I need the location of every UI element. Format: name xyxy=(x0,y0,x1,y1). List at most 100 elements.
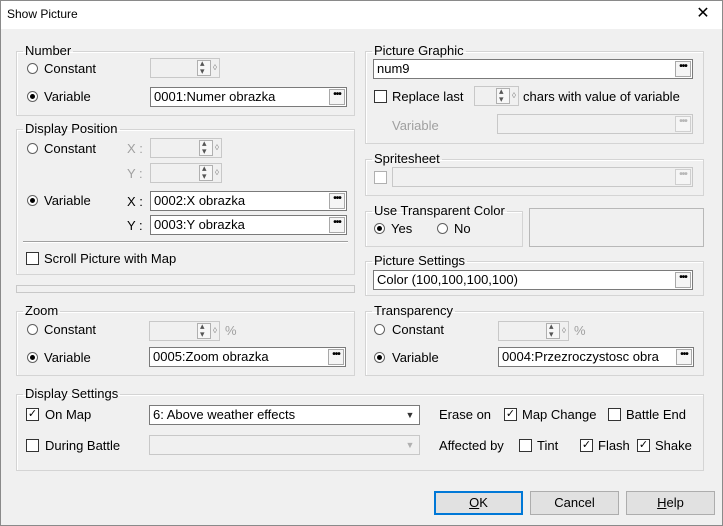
picture-settings-legend: Picture Settings xyxy=(374,253,466,268)
number-variable-radio[interactable] xyxy=(27,91,38,102)
spin-arrows-icon[interactable] xyxy=(199,138,213,157)
zoom-constant-label: Constant xyxy=(44,322,97,337)
spin-grip-icon: ◊ xyxy=(213,326,217,335)
replace-variable-label: Variable xyxy=(392,118,439,133)
number-variable-value: 0001:Numer obrazka xyxy=(154,89,276,104)
position-constant-label: Constant xyxy=(44,141,97,156)
browse-dots-icon[interactable]: ••• xyxy=(675,61,691,77)
spin-grip-icon: ◊ xyxy=(215,168,219,177)
transparency-constant-label: Constant xyxy=(392,322,445,337)
position-constant-y-spinner[interactable]: ◊ xyxy=(150,163,222,183)
on-map-label: On Map xyxy=(45,407,92,422)
chevron-down-icon[interactable]: ▼ xyxy=(402,437,418,453)
during-battle-checkbox[interactable] xyxy=(26,439,39,452)
show-picture-dialog: Show Picture ✕ Number Constant ◊ Variabl… xyxy=(0,0,723,526)
number-constant-radio[interactable] xyxy=(27,63,38,74)
picture-settings-value: Color (100,100,100,100) xyxy=(377,272,518,287)
transparent-no-radio[interactable] xyxy=(437,223,448,234)
affected-by-label: Affected by xyxy=(439,438,504,453)
zoom-legend: Zoom xyxy=(25,303,59,318)
position-constant-x-label: X : xyxy=(127,141,143,156)
layer-select[interactable]: 6: Above weather effects ▼ xyxy=(149,405,420,425)
on-map-checkbox[interactable]: ✓ xyxy=(26,408,39,421)
transparency-percent-label: % xyxy=(574,323,586,338)
chars-with-value-label: chars with value of variable xyxy=(523,89,680,104)
replace-count-spinner[interactable]: ◊ xyxy=(474,86,519,106)
transparent-yes-label: Yes xyxy=(391,221,413,236)
zoom-variable-value: 0005:Zoom obrazka xyxy=(153,349,269,364)
browse-dots-icon[interactable]: ••• xyxy=(675,169,691,185)
spin-grip-icon: ◊ xyxy=(215,143,219,152)
position-variable-x-label: X : xyxy=(127,194,143,209)
spin-grip-icon: ◊ xyxy=(562,326,566,335)
spin-arrows-icon[interactable] xyxy=(197,321,211,340)
transparency-constant-spinner[interactable]: ◊ xyxy=(498,321,569,341)
browse-dots-icon[interactable]: ••• xyxy=(676,349,692,365)
map-change-checkbox[interactable]: ✓ xyxy=(504,408,517,421)
shake-label: Shake xyxy=(655,438,692,453)
transparent-yes-radio[interactable] xyxy=(374,223,385,234)
position-y-field[interactable]: 0003:Y obrazka ••• xyxy=(150,215,347,235)
position-x-value: 0002:X obrazka xyxy=(154,193,246,208)
spin-arrows-icon[interactable] xyxy=(546,321,560,340)
transparent-color-legend: Use Transparent Color xyxy=(374,203,505,218)
spin-arrows-icon[interactable] xyxy=(197,58,211,77)
map-change-label: Map Change xyxy=(522,407,597,422)
transparent-no-label: No xyxy=(454,221,471,236)
number-constant-spinner[interactable]: ◊ xyxy=(150,58,220,78)
browse-dots-icon[interactable]: ••• xyxy=(675,272,691,288)
battle-end-checkbox[interactable] xyxy=(608,408,621,421)
help-button[interactable]: Help xyxy=(626,491,715,515)
battle-layer-select[interactable]: ▼ xyxy=(149,435,420,455)
browse-dots-icon[interactable]: ••• xyxy=(329,217,345,233)
spritesheet-field[interactable]: ••• xyxy=(392,167,693,187)
close-icon[interactable]: ✕ xyxy=(692,4,714,24)
flash-label: Flash xyxy=(598,438,630,453)
position-separator xyxy=(23,241,348,243)
zoom-percent-label: % xyxy=(225,323,237,338)
display-settings-legend: Display Settings xyxy=(25,386,119,401)
picture-settings-field[interactable]: Color (100,100,100,100) ••• xyxy=(373,270,693,290)
transparency-constant-radio[interactable] xyxy=(374,324,385,335)
replace-last-label: Replace last xyxy=(392,89,464,104)
zoom-variable-field[interactable]: 0005:Zoom obrazka ••• xyxy=(149,347,346,367)
position-constant-y-label: Y : xyxy=(127,166,143,181)
browse-dots-icon[interactable]: ••• xyxy=(675,116,691,132)
transparency-legend: Transparency xyxy=(374,303,453,318)
transparent-color-swatch[interactable] xyxy=(529,208,704,247)
spin-arrows-icon[interactable] xyxy=(496,86,510,105)
browse-dots-icon[interactable]: ••• xyxy=(329,193,345,209)
zoom-variable-label: Variable xyxy=(44,350,91,365)
browse-dots-icon[interactable]: ••• xyxy=(328,349,344,365)
zoom-constant-spinner[interactable]: ◊ xyxy=(149,321,220,341)
position-variable-label: Variable xyxy=(44,193,91,208)
during-battle-label: During Battle xyxy=(45,438,121,453)
transparency-variable-radio[interactable] xyxy=(374,352,385,363)
replace-last-checkbox[interactable] xyxy=(374,90,387,103)
shake-checkbox[interactable]: ✓ xyxy=(637,439,650,452)
position-constant-radio[interactable] xyxy=(27,143,38,154)
chevron-down-icon[interactable]: ▼ xyxy=(402,407,418,423)
transparency-variable-label: Variable xyxy=(392,350,439,365)
flash-checkbox[interactable]: ✓ xyxy=(580,439,593,452)
browse-dots-icon[interactable]: ••• xyxy=(329,89,345,105)
cancel-button[interactable]: Cancel xyxy=(530,491,619,515)
erase-on-label: Erase on xyxy=(439,407,492,422)
position-variable-y-label: Y : xyxy=(127,218,143,233)
transparency-variable-field[interactable]: 0004:Przezroczystosc obra ••• xyxy=(498,347,694,367)
number-variable-field[interactable]: 0001:Numer obrazka ••• xyxy=(150,87,347,107)
position-variable-radio[interactable] xyxy=(27,195,38,206)
ok-button[interactable]: OK xyxy=(434,491,523,515)
position-x-field[interactable]: 0002:X obrazka ••• xyxy=(150,191,347,211)
tint-checkbox[interactable] xyxy=(519,439,532,452)
zoom-variable-radio[interactable] xyxy=(27,352,38,363)
spin-arrows-icon[interactable] xyxy=(199,163,213,182)
position-constant-x-spinner[interactable]: ◊ xyxy=(150,138,222,158)
zoom-constant-radio[interactable] xyxy=(27,324,38,335)
spritesheet-checkbox[interactable] xyxy=(374,171,387,184)
replace-variable-field[interactable]: ••• xyxy=(497,114,693,134)
picture-graphic-field[interactable]: num9 ••• xyxy=(373,59,693,79)
picture-graphic-value: num9 xyxy=(377,61,410,76)
number-legend: Number xyxy=(25,43,72,58)
scroll-with-map-checkbox[interactable] xyxy=(26,252,39,265)
